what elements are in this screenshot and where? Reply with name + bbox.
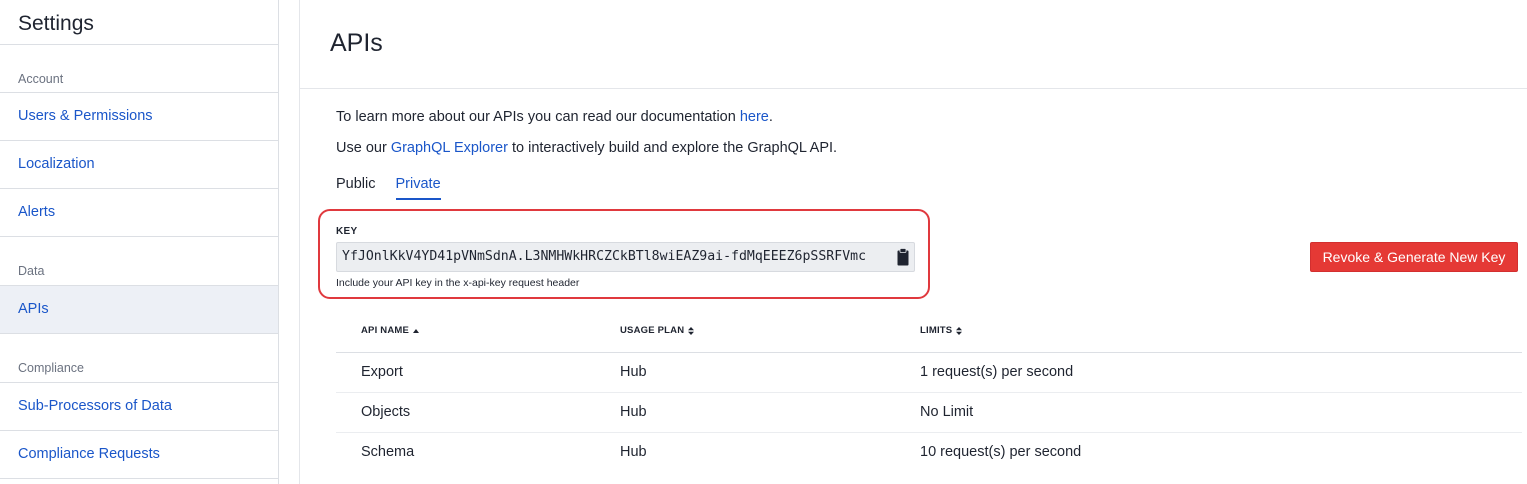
row-usage-plan: Hub [620, 404, 647, 420]
sort-both-icon [688, 326, 695, 335]
tab-private[interactable]: Private [395, 176, 441, 200]
documentation-text: To learn more about our APIs you can rea… [336, 109, 773, 125]
row-usage-plan: Hub [620, 364, 647, 380]
row-api-name: Objects [361, 404, 411, 420]
tab-public[interactable]: Public [336, 176, 376, 200]
divider [0, 236, 278, 237]
sort-both-icon [956, 326, 963, 335]
documentation-text-suffix: . [768, 109, 773, 125]
key-hint: Include your API key in the x-api-key re… [336, 277, 580, 289]
settings-sidebar: Settings Account Users & Permissions Loc… [0, 0, 279, 484]
sidebar-section-account: Account [18, 72, 64, 86]
sidebar-item-alerts[interactable]: Alerts [0, 189, 278, 236]
column-header-label: API NAME [361, 325, 410, 336]
sidebar-item-sub-processors[interactable]: Sub-Processors of Data [0, 383, 278, 430]
key-type-tabs: Public Private [336, 176, 441, 200]
divider [0, 44, 278, 45]
graphql-text-suffix: to interactively build and explore the G… [507, 140, 838, 156]
graphql-text: Use our GraphQL Explorer to interactivel… [336, 140, 837, 156]
column-header-label: LIMITS [920, 325, 953, 336]
table-row-divider [336, 432, 1522, 433]
header-divider [300, 88, 1527, 89]
graphql-explorer-link[interactable]: GraphQL Explorer [391, 140, 508, 156]
sidebar-section-data: Data [18, 264, 45, 278]
sidebar-item-users-permissions[interactable]: Users & Permissions [0, 93, 278, 140]
row-limit: No Limit [920, 404, 974, 420]
column-header-limits[interactable]: LIMITS [920, 325, 963, 336]
row-limit: 10 request(s) per second [920, 444, 1082, 460]
revoke-generate-key-button[interactable]: Revoke & Generate New Key [1310, 242, 1518, 272]
sidebar-section-compliance: Compliance [18, 361, 85, 375]
key-label: KEY [336, 226, 358, 237]
row-limit: 1 request(s) per second [920, 364, 1074, 380]
column-header-api-name[interactable]: API NAME [361, 325, 420, 336]
graphql-text-prefix: Use our [336, 140, 391, 156]
sidebar-item-compliance-requests[interactable]: Compliance Requests [0, 431, 278, 478]
main-content: APIs To learn more about our APIs you ca… [299, 0, 1527, 484]
divider [0, 478, 278, 479]
documentation-link[interactable]: here [740, 109, 769, 125]
page-title: APIs [330, 29, 383, 57]
api-key-field[interactable]: YfJOnlKkV4YD41pVNmSdnA.L3NMHWkHRCZCkBTl8… [336, 242, 915, 272]
table-header-divider [336, 352, 1522, 353]
sort-ascending-icon [413, 328, 420, 333]
sidebar-item-localization[interactable]: Localization [0, 141, 278, 188]
column-header-label: USAGE PLAN [620, 325, 685, 336]
table-row-divider [336, 392, 1522, 393]
row-usage-plan: Hub [620, 444, 647, 460]
clipboard-copy-icon[interactable] [897, 248, 909, 266]
documentation-text-prefix: To learn more about our APIs you can rea… [336, 109, 740, 125]
sidebar-item-apis[interactable]: APIs [0, 286, 278, 333]
row-api-name: Schema [361, 444, 415, 460]
column-header-usage-plan[interactable]: USAGE PLAN [620, 325, 695, 336]
sidebar-title: Settings [18, 12, 94, 35]
row-api-name: Export [361, 364, 403, 380]
divider [0, 333, 278, 334]
